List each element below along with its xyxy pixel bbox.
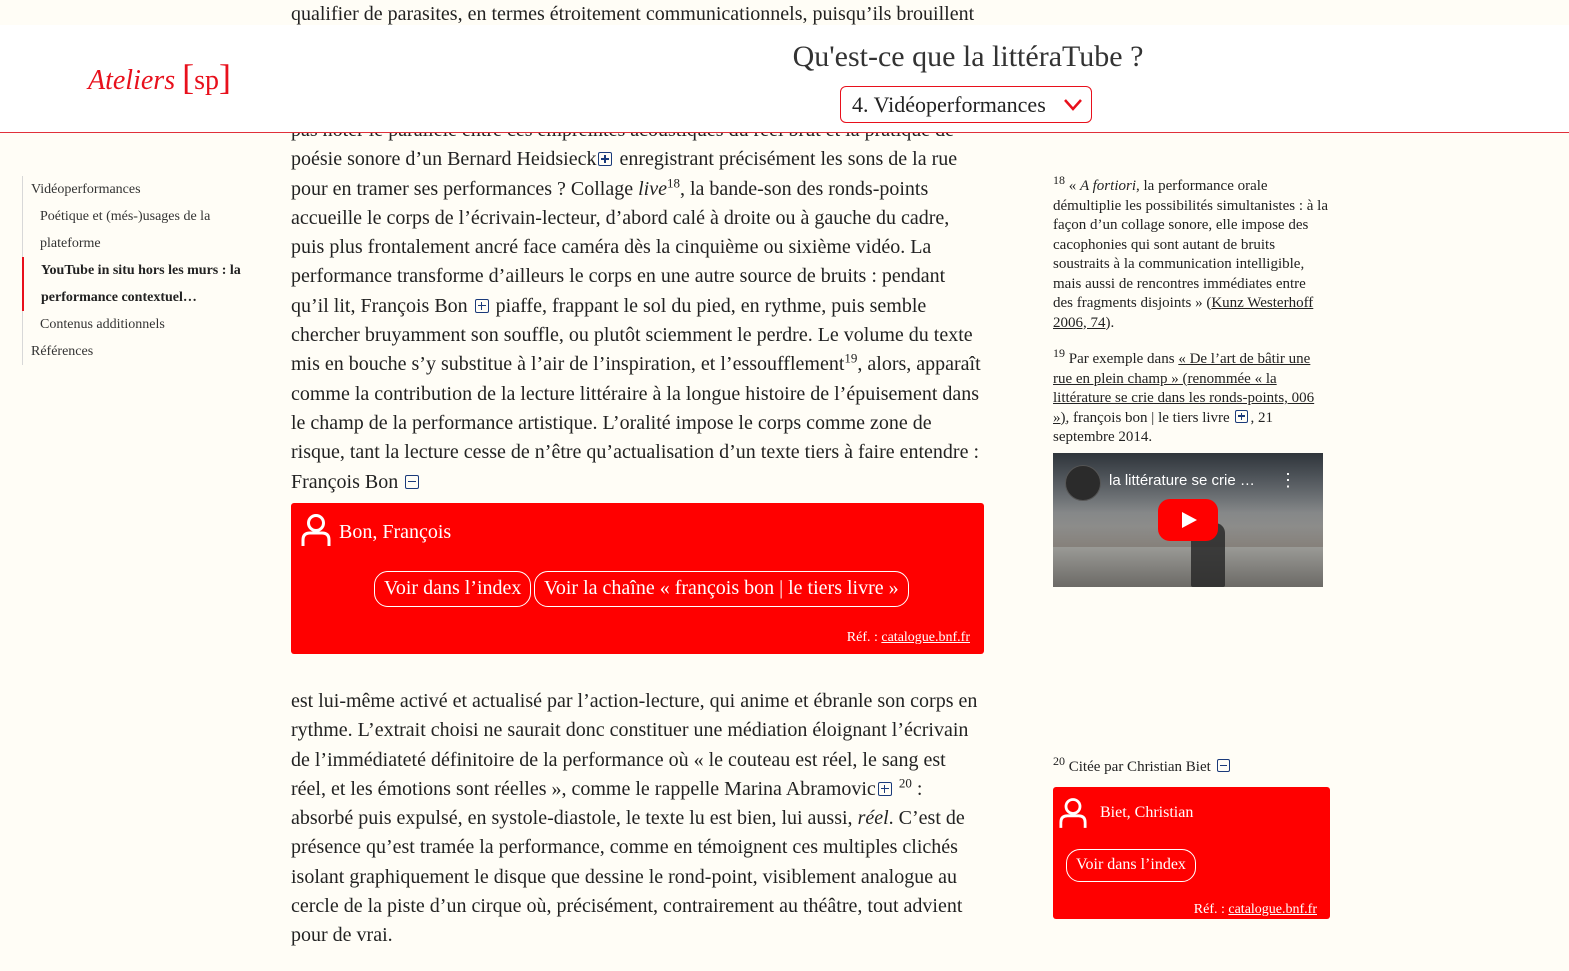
- article-body-continued: est lui-même activé et actualisé par l’a…: [291, 667, 983, 971]
- channel-avatar[interactable]: [1065, 465, 1101, 501]
- section-select[interactable]: 4. Vidéoperformances: [840, 86, 1092, 123]
- text-emphasis: live: [638, 177, 667, 200]
- page-title: Qu'est-ce que la littéraTube ?: [792, 40, 1144, 73]
- expand-plus-icon[interactable]: [877, 781, 892, 796]
- ref-prefix: Réf. :: [846, 630, 882, 645]
- card-reference: Réf. : catalogue.bnf.fr: [847, 630, 970, 646]
- logo-sp: sp: [194, 65, 219, 96]
- card-person-name: Biet, Christian: [1100, 804, 1194, 821]
- collapse-minus-icon[interactable]: [405, 474, 420, 489]
- ref-prefix: Réf. :: [1193, 902, 1229, 917]
- person-icon: [301, 514, 331, 546]
- view-index-button[interactable]: Voir dans l’index: [374, 571, 532, 607]
- toc-item-contenus[interactable]: Contenus additionnels: [23, 311, 253, 338]
- chevron-down-icon: [1064, 98, 1082, 111]
- logo-bracket-open: [: [182, 57, 195, 97]
- expand-plus-icon[interactable]: [598, 152, 613, 167]
- index-card-biet: Biet, Christian Voir dans l’index Réf. :…: [1053, 787, 1330, 919]
- card-reference: Réf. : catalogue.bnf.fr: [1194, 902, 1317, 918]
- text-fragment-top: qualifier de parasites, en termes étroit…: [291, 3, 975, 25]
- video-embed[interactable]: la littérature se crie … ⋮: [1053, 453, 1323, 587]
- view-index-button[interactable]: Voir dans l’index: [1066, 849, 1196, 882]
- collapse-minus-icon[interactable]: [1216, 759, 1230, 772]
- footnote-19: 19 Par exemple dans « De l’art de bâtir …: [1053, 347, 1328, 448]
- footnote-number: 18: [1053, 173, 1065, 187]
- text-span: «: [1065, 178, 1080, 194]
- toc-item-videoperformances[interactable]: Vidéoperformances: [23, 176, 253, 203]
- footnote-20: 20 Citée par Christian Biet: [1053, 755, 1232, 776]
- logo-bracket-close: ]: [219, 57, 231, 97]
- table-of-contents: Vidéoperformances Poétique et (més-)usag…: [22, 176, 253, 365]
- play-button[interactable]: [1158, 499, 1218, 541]
- text-span: poésie sonore d’un Bernard Heidsieck: [291, 148, 597, 171]
- site-header: Ateliers [sp] Qu'est-ce que la littéraTu…: [0, 25, 1569, 133]
- index-card-bon: Bon, François Voir dans l’index Voir la …: [291, 503, 984, 654]
- video-title[interactable]: la littérature se crie …: [1109, 472, 1255, 489]
- paragraph: pas noter le parallèle entre ces emprein…: [291, 116, 983, 497]
- footnote-ref-19[interactable]: 19: [844, 351, 857, 366]
- section-select-value: 4. Vidéoperformances: [852, 91, 1046, 117]
- expand-plus-icon[interactable]: [474, 298, 489, 313]
- card-person-name: Bon, François: [339, 521, 452, 543]
- text-span: est lui-même activé et actualisé par l’a…: [291, 690, 978, 800]
- video-thumbnail-ground: [1053, 547, 1323, 587]
- text-span: Par exemple dans: [1065, 351, 1179, 367]
- site-logo[interactable]: Ateliers [sp]: [88, 57, 231, 101]
- footnote-number: 20: [1053, 754, 1065, 768]
- text-span: , françois bon | le tiers livre: [1065, 409, 1230, 426]
- bnf-link[interactable]: catalogue.bnf.fr: [881, 630, 970, 645]
- footnote-ref-18[interactable]: 18: [667, 175, 680, 190]
- text-emphasis: A fortiori: [1080, 178, 1136, 194]
- footnotes-column: 18 « A fortiori, la performance orale dé…: [1053, 174, 1328, 448]
- toc-item-poetique[interactable]: Poétique et (més-)usages de la plateform…: [23, 203, 253, 257]
- text-span: , la performance orale démultiplie les p…: [1053, 178, 1328, 311]
- text-span: ).: [1105, 314, 1115, 331]
- view-channel-button[interactable]: Voir la chaîne « françois bon | le tiers…: [534, 571, 909, 607]
- footnote-18: 18 « A fortiori, la performance orale dé…: [1053, 174, 1328, 333]
- logo-word: Ateliers: [88, 65, 176, 96]
- footnote-ref-20[interactable]: 20: [899, 775, 912, 790]
- bnf-link[interactable]: catalogue.bnf.fr: [1228, 902, 1317, 917]
- person-icon: [1059, 798, 1087, 828]
- more-options-icon[interactable]: ⋮: [1279, 471, 1297, 489]
- paragraph: est lui-même activé et actualisé par l’a…: [291, 687, 983, 951]
- toc-item-youtube-in-situ[interactable]: YouTube in situ hors les murs : la perfo…: [22, 257, 253, 311]
- toc-item-references[interactable]: Références: [23, 338, 253, 365]
- text-emphasis: réel: [857, 807, 889, 830]
- footnote-number: 19: [1053, 346, 1065, 360]
- text-span: Citée par Christian Biet: [1065, 759, 1211, 775]
- expand-plus-icon[interactable]: [1235, 409, 1249, 423]
- article-body: pas noter le parallèle entre ces emprein…: [291, 116, 983, 497]
